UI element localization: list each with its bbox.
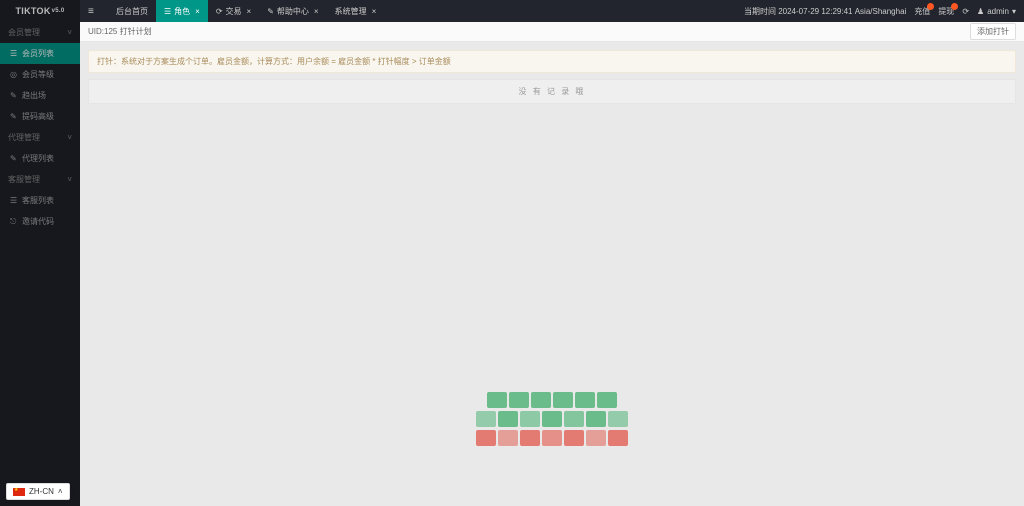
chevron-down-icon: ▾ <box>1012 7 1016 16</box>
breadcrumb: UID:125 打针计划 <box>88 26 152 37</box>
badge-dot <box>927 3 934 10</box>
withdraw-link[interactable]: 提现 <box>938 6 954 17</box>
tab-close-icon[interactable]: × <box>314 7 319 16</box>
tab-icon: ☰ <box>164 7 171 16</box>
alert-tip: 打针：系统对于方案生成个订单。雇员金额，计算方式：用户余额 = 雇员金额 * 打… <box>88 50 1016 73</box>
tab[interactable]: 后台首页 <box>108 0 156 22</box>
add-button[interactable]: 添加打针 <box>970 23 1016 40</box>
empty-state: 没 有 记 录 哦 <box>88 79 1016 104</box>
tab-bar: 后台首页 ☰角色 × ⟳交易 × ✎帮助中心 × 系统管理 × <box>108 0 384 22</box>
tab[interactable]: 系统管理 × <box>327 0 385 22</box>
watermark <box>452 392 652 449</box>
menu-toggle-icon[interactable]: ≡ <box>88 6 102 17</box>
tab-close-icon[interactable]: × <box>195 7 200 16</box>
topbar: ≡ 后台首页☰角色×⟳交易×✎帮助中心×系统管理× 当期时间 2024-07-2… <box>80 0 1024 22</box>
flag-cn-icon <box>13 488 25 496</box>
tab-label: 系统管理 <box>335 6 367 17</box>
tab[interactable]: ☰角色 × <box>156 0 208 22</box>
tab-label: 交易 <box>226 6 242 17</box>
main: ≡ 后台首页☰角色×⟳交易×✎帮助中心×系统管理× 当期时间 2024-07-2… <box>80 0 1024 506</box>
topup-link[interactable]: 充值 <box>914 6 930 17</box>
user-menu[interactable]: ♟admin ▾ <box>977 7 1016 16</box>
tab-label: 角色 <box>174 6 190 17</box>
language-switcher[interactable]: ZH-CN ˄ <box>6 483 70 500</box>
tab-icon: ⟳ <box>216 7 223 16</box>
user-icon: ♟ <box>977 7 984 16</box>
tab-close-icon[interactable]: × <box>247 7 252 16</box>
refresh-icon[interactable]: ⟳ <box>962 7 969 16</box>
tab[interactable]: ✎帮助中心 × <box>259 0 326 22</box>
tab-close-icon[interactable]: × <box>372 7 377 16</box>
tab[interactable]: ⟳交易 × <box>208 0 259 22</box>
tab-icon: ✎ <box>267 7 274 16</box>
badge-dot <box>951 3 958 10</box>
chevron-up-icon: ˄ <box>58 487 63 496</box>
subbar: UID:125 打针计划 添加打针 <box>80 22 1024 42</box>
server-time: 当期时间 2024-07-29 12:29:41 Asia/Shanghai <box>744 6 906 17</box>
tab-label: 帮助中心 <box>277 6 309 17</box>
tab-label: 后台首页 <box>116 6 148 17</box>
